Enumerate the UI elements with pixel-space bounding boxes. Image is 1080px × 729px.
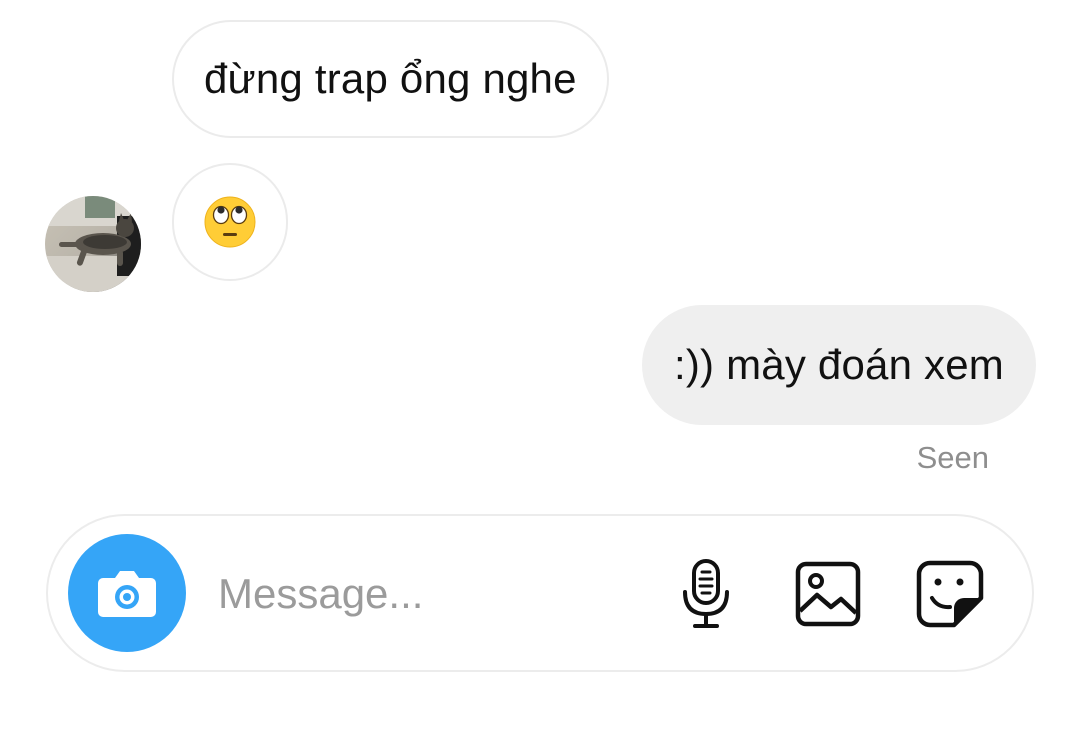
seen-status: Seen [916, 440, 989, 475]
camera-icon [98, 571, 156, 617]
gallery-button[interactable] [790, 556, 866, 632]
incoming-message-bubble[interactable]: đừng trap ổng nghe [172, 20, 609, 138]
sticker-button[interactable] [912, 556, 988, 632]
sender-avatar[interactable] [45, 196, 141, 292]
cat-photo-avatar-image [45, 196, 141, 292]
outgoing-message-text: :)) mày đoán xem [674, 341, 1004, 388]
microphone-icon [683, 559, 729, 628]
message-composer [46, 514, 1034, 672]
incoming-emoji-bubble[interactable] [172, 163, 288, 281]
gallery-icon [795, 561, 861, 627]
sticker-icon [916, 560, 984, 628]
voice-message-button[interactable] [668, 556, 744, 632]
face-with-rolling-eyes-icon [204, 196, 256, 248]
incoming-message-text: đừng trap ổng nghe [204, 55, 577, 102]
camera-button[interactable] [68, 534, 186, 652]
outgoing-message-bubble[interactable]: :)) mày đoán xem [642, 305, 1036, 425]
message-input[interactable] [218, 556, 638, 632]
